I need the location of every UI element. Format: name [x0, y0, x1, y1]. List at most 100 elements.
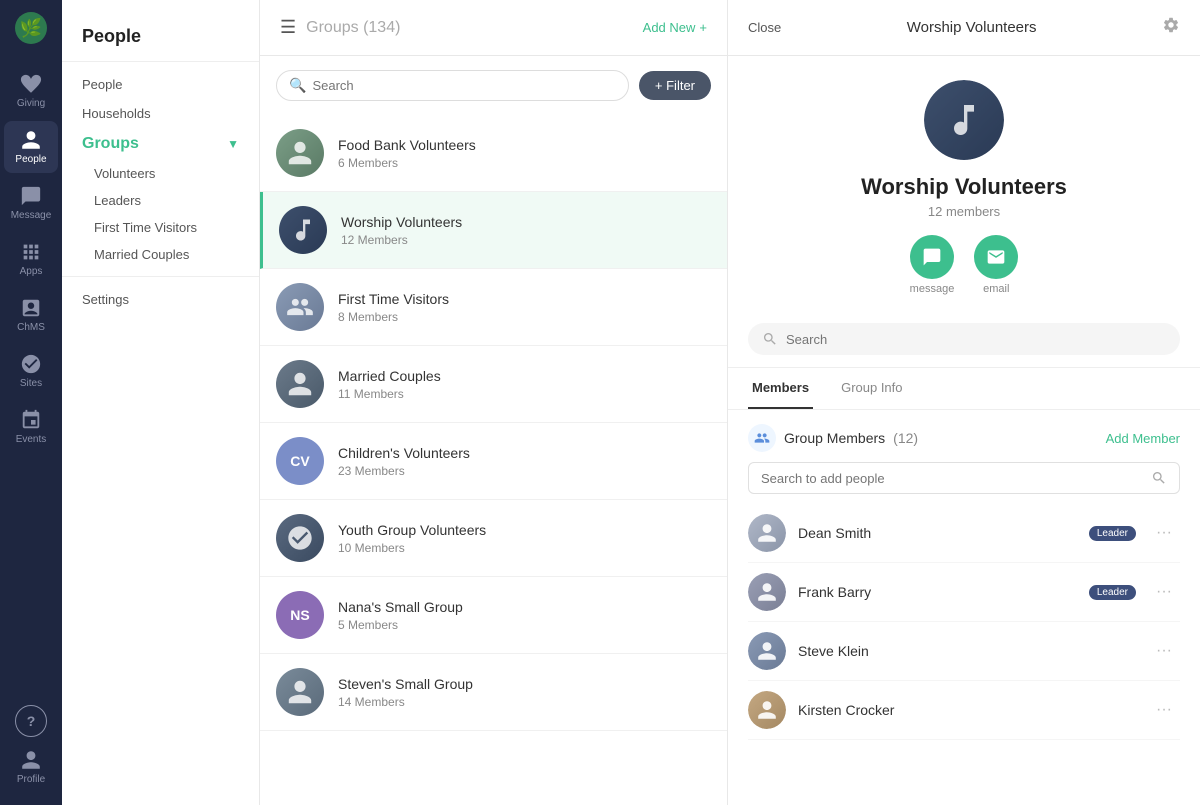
leader-badge-frank: Leader [1089, 585, 1136, 600]
group-item-childrens-volunteers[interactable]: CV Children's Volunteers 23 Members [260, 423, 727, 500]
group-members-food-bank: 6 Members [338, 156, 711, 170]
chms-label: ChMS [17, 322, 45, 333]
close-button[interactable]: Close [748, 20, 781, 35]
group-members-nanas: 5 Members [338, 618, 711, 632]
add-people-input[interactable] [761, 471, 1143, 486]
member-name-frank: Frank Barry [798, 584, 1069, 600]
sidebar-link-groups[interactable]: Groups ▼ [62, 128, 259, 160]
member-name-kirsten: Kirsten Crocker [798, 702, 1136, 718]
message-action-label: message [910, 283, 955, 295]
group-item-first-time-visitors[interactable]: First Time Visitors 8 Members [260, 269, 727, 346]
sidebar-item-giving[interactable]: Giving [4, 65, 58, 117]
detail-panel-title: Worship Volunteers [907, 19, 1037, 36]
chevron-down-icon: ▼ [227, 137, 239, 151]
group-info-stevens: Steven's Small Group 14 Members [338, 676, 711, 709]
group-members-first-time: 8 Members [338, 310, 711, 324]
sidebar-item-message[interactable]: Message [4, 177, 58, 229]
detail-body: Worship Volunteers 12 members message em… [728, 56, 1200, 805]
sidebar-link-people[interactable]: People [62, 70, 259, 99]
group-info-first-time: First Time Visitors 8 Members [338, 291, 711, 324]
member-more-steve[interactable]: ··· [1148, 638, 1180, 664]
filter-button[interactable]: + Filter [639, 71, 711, 100]
group-members-cv: 23 Members [338, 464, 711, 478]
hero-group-name: Worship Volunteers [861, 174, 1067, 200]
leader-badge-dean: Leader [1089, 526, 1136, 541]
group-name-youth: Youth Group Volunteers [338, 522, 711, 538]
giving-label: Giving [17, 98, 45, 109]
tab-members[interactable]: Members [748, 368, 813, 409]
member-row-kirsten-crocker: Kirsten Crocker ··· [748, 681, 1180, 740]
detail-panel: Close Worship Volunteers Worship Volunte… [728, 0, 1200, 805]
sidebar-item-profile[interactable]: Profile [4, 741, 58, 793]
detail-search-input[interactable] [786, 332, 1166, 347]
message-action-circle [910, 235, 954, 279]
menu-icon[interactable]: ☰ [280, 17, 296, 38]
apps-label: Apps [20, 266, 43, 277]
sidebar-sub-link-married-couples[interactable]: Married Couples [62, 241, 259, 268]
group-avatar-ns: NS [276, 591, 324, 639]
group-info-nanas: Nana's Small Group 5 Members [338, 599, 711, 632]
profile-label: Profile [17, 774, 45, 785]
group-item-youth-group[interactable]: Youth Group Volunteers 10 Members [260, 500, 727, 577]
settings-gear-button[interactable] [1162, 16, 1180, 39]
sidebar-item-sites[interactable]: Sites [4, 345, 58, 397]
search-icon: 🔍 [289, 77, 306, 94]
events-label: Events [16, 434, 47, 445]
group-members-stevens: 14 Members [338, 695, 711, 709]
message-action-button[interactable]: message [910, 235, 955, 295]
sidebar-item-people[interactable]: People [4, 121, 58, 173]
group-members-worship: 12 Members [341, 233, 711, 247]
group-name-nanas: Nana's Small Group [338, 599, 711, 615]
add-people-search[interactable] [748, 462, 1180, 494]
group-item-married-couples[interactable]: Married Couples 11 Members [260, 346, 727, 423]
settings-link[interactable]: Settings [62, 285, 259, 314]
group-item-stevens[interactable]: Steven's Small Group 14 Members [260, 654, 727, 731]
member-more-frank[interactable]: ··· [1148, 579, 1180, 605]
sidebar-item-chms[interactable]: ChMS [4, 289, 58, 341]
members-icon [748, 424, 776, 452]
sidebar-sub-link-first-time-visitors[interactable]: First Time Visitors [62, 214, 259, 241]
member-more-dean[interactable]: ··· [1148, 520, 1180, 546]
group-avatar-worship [279, 206, 327, 254]
group-item-food-bank[interactable]: Food Bank Volunteers 6 Members [260, 115, 727, 192]
group-item-nanas[interactable]: NS Nana's Small Group 5 Members [260, 577, 727, 654]
member-name-steve: Steve Klein [798, 643, 1136, 659]
sidebar-item-help[interactable]: ? [15, 705, 47, 737]
add-new-button[interactable]: Add New + [643, 20, 707, 35]
member-more-kirsten[interactable]: ··· [1148, 697, 1180, 723]
group-item-worship-volunteers[interactable]: Worship Volunteers 12 Members [260, 192, 727, 269]
sidebar-item-apps[interactable]: Apps [4, 233, 58, 285]
svg-text:🌿: 🌿 [20, 17, 42, 38]
app-logo[interactable]: 🌿 [15, 12, 47, 49]
member-avatar-kirsten [748, 691, 786, 729]
hero-group-avatar [924, 80, 1004, 160]
groups-panel-title: Groups (134) [306, 19, 400, 37]
detail-search-icon [762, 331, 778, 347]
add-people-search-icon [1151, 470, 1167, 486]
tab-group-info[interactable]: Group Info [837, 368, 906, 409]
group-info-food-bank: Food Bank Volunteers 6 Members [338, 137, 711, 170]
email-action-circle [974, 235, 1018, 279]
email-action-button[interactable]: email [974, 235, 1018, 295]
add-member-button[interactable]: Add Member [1106, 431, 1180, 446]
people-label: People [15, 154, 46, 165]
group-members-label: Group Members [784, 430, 885, 446]
sidebar-link-households[interactable]: Households [62, 99, 259, 128]
sidebar-sub-link-volunteers[interactable]: Volunteers [62, 160, 259, 187]
search-input-wrap[interactable]: 🔍 [276, 70, 629, 101]
members-header: Group Members (12) Add Member [748, 410, 1180, 462]
sidebar-sub-link-leaders[interactable]: Leaders [62, 187, 259, 214]
search-input[interactable] [312, 78, 615, 93]
group-info-worship: Worship Volunteers 12 Members [341, 214, 711, 247]
member-avatar-dean [748, 514, 786, 552]
group-avatar-married [276, 360, 324, 408]
group-info-cv: Children's Volunteers 23 Members [338, 445, 711, 478]
group-avatar-food-bank [276, 129, 324, 177]
group-avatar-first-time [276, 283, 324, 331]
detail-search[interactable] [748, 323, 1180, 355]
group-name-cv: Children's Volunteers [338, 445, 711, 461]
group-name-stevens: Steven's Small Group [338, 676, 711, 692]
sidebar-item-events[interactable]: Events [4, 401, 58, 453]
groups-search-bar: 🔍 + Filter [260, 56, 727, 115]
group-members-married: 11 Members [338, 387, 711, 401]
